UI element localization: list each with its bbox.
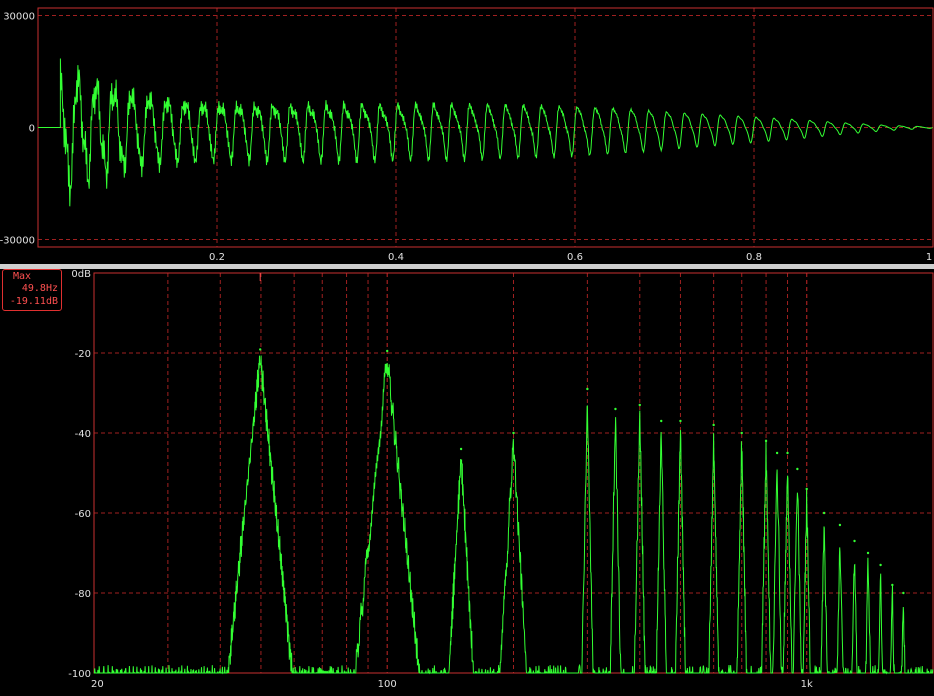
spec-y-tick-label: -80 [75,589,91,600]
wave-x-tick-label: 0.6 [567,252,583,263]
wave-y-tick-label: -30000 [0,236,35,247]
spectrum-peak-point [638,403,641,407]
marker-level: -19.11dB [9,296,58,307]
spectrum-peak-point [879,563,882,567]
spectrum-peak-point [459,447,463,451]
spec-y-tick-label: -100 [68,669,91,680]
spectrum-peak-point [838,523,842,527]
wave-y-tick-label: 0 [29,124,35,135]
spectrum-peak-point [775,451,779,455]
spectrum-peak-point [712,423,715,427]
spectrum-peak-point [512,431,515,435]
waveform-chart: 30000 0 -30000 0.2 0.4 0.6 0.8 1 [0,7,934,263]
spectrum-peak-point [902,591,905,595]
marker-title: Max [13,271,32,282]
wave-y-tick-label: 30000 [3,11,35,22]
spectrum-peak-point [822,511,826,515]
spectrum-peak-point [386,349,389,353]
spectrum-peak-point [853,539,856,543]
spec-y-tick-label: -40 [75,429,91,440]
spectrum-peak-point [796,467,799,471]
spectrum-peak-point [679,419,682,423]
spectrum-peak-point [586,387,589,391]
spectrum-peak-point [259,348,262,351]
spectrum-peak-point [786,451,789,455]
waveform-panel: 30000 0 -30000 0.2 0.4 0.6 0.8 1 [0,0,934,264]
peak-marker-box: Max 49.8Hz -19.11dB [2,269,62,311]
spec-x-tick-label: 1k [801,679,813,690]
wave-x-tick-label: 0.2 [209,252,225,263]
spectrum-chart: 0dB -20 -40 -60 -80 -10020 100 1k [68,269,934,690]
spectrum-peak-point [805,487,808,491]
wave-x-tick-label: 1 [926,252,932,263]
spectrum-peak-point [866,551,870,555]
wave-x-tick-label: 0.4 [388,252,404,263]
spectrum-peak-point [614,407,617,411]
spec-y-tick-label: -20 [75,349,91,360]
spec-y-tick-label: 0dB [71,269,91,280]
spec-x-tick-label: 20 [91,679,104,690]
spectrum-peak-point [660,419,663,423]
spectrum-peak-point [891,583,894,587]
spec-x-tick-label: 100 [378,679,397,690]
spectrum-panel: 0dB -20 -40 -60 -80 -100 20 100 1k Max 49.8Hz -1… [0,269,934,692]
wave-x-tick-label: 0.8 [746,252,762,263]
spec-y-tick-label: -60 [75,509,91,520]
spectrum-peak-point [740,431,743,435]
spectrum-peak-point [764,439,768,443]
waveform-trace [38,58,933,207]
marker-frequency: 49.8Hz [21,283,58,294]
